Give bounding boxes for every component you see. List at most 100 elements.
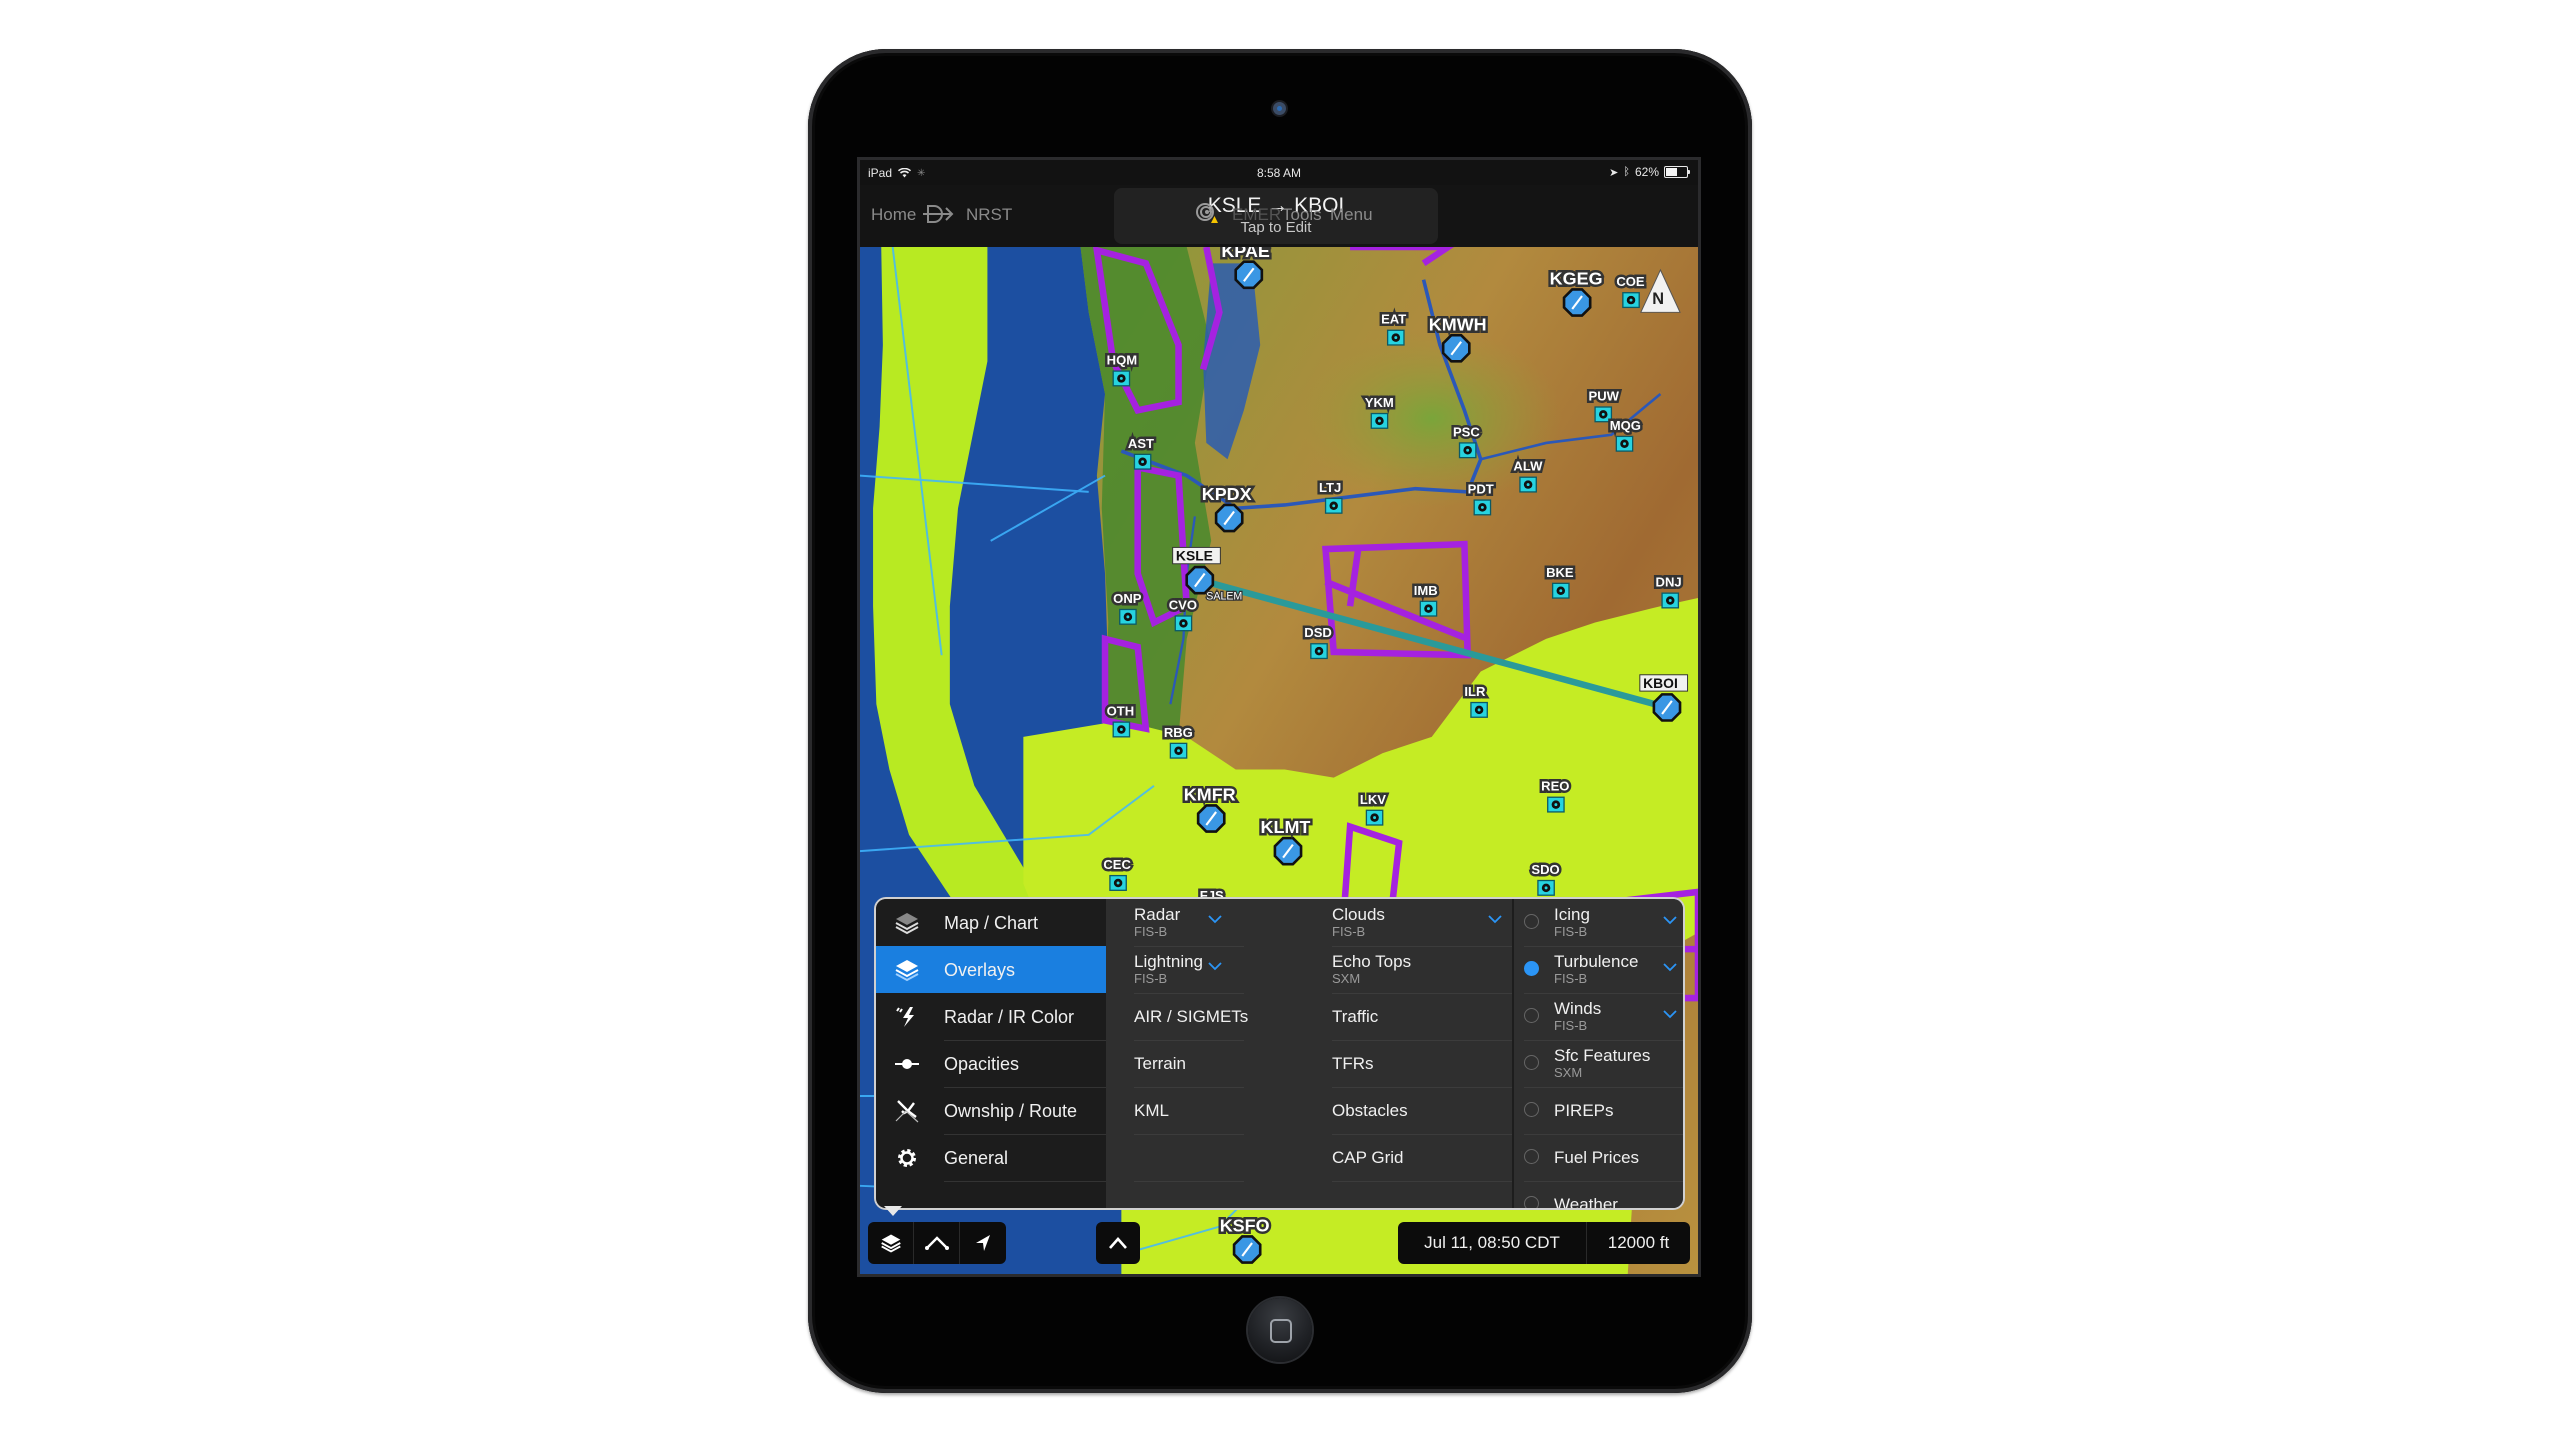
menu-item-map-chart[interactable]: Map / Chart bbox=[876, 899, 1106, 946]
chevron-down-icon[interactable] bbox=[1208, 961, 1222, 971]
nav-home[interactable]: Home bbox=[871, 205, 916, 225]
overlay-kml[interactable]: KML bbox=[1134, 1087, 1244, 1134]
vor-dot bbox=[1181, 621, 1185, 625]
nav-menu[interactable]: Menu bbox=[1330, 205, 1373, 225]
overlay-weather[interactable]: Weather bbox=[1514, 1181, 1683, 1208]
overlay-terrain[interactable]: Terrain bbox=[1134, 1040, 1244, 1087]
airport-label: KGEG bbox=[1550, 269, 1603, 289]
menu-item-opacities[interactable]: Opacities bbox=[876, 1040, 1106, 1087]
home-button[interactable] bbox=[1248, 1298, 1312, 1362]
layers-button[interactable] bbox=[868, 1222, 914, 1264]
radio-weather[interactable] bbox=[1524, 1196, 1539, 1208]
chevron-down-icon[interactable] bbox=[1663, 913, 1677, 927]
battery-percent: 62% bbox=[1634, 165, 1659, 179]
menu-item-general[interactable]: General bbox=[876, 1134, 1106, 1181]
vor-dot bbox=[1332, 504, 1336, 508]
vor-dot bbox=[1559, 589, 1563, 593]
chevron-up-icon bbox=[1109, 1237, 1127, 1249]
weather-time-button[interactable]: Jul 11, 08:50 CDT bbox=[1398, 1222, 1587, 1264]
radio-pireps[interactable] bbox=[1524, 1102, 1539, 1117]
navaid-label: HQM bbox=[1107, 353, 1137, 368]
camera bbox=[1273, 102, 1286, 115]
overlays-list: Radar FIS-B Lightning FIS-B AIR / SIGMET… bbox=[1106, 899, 1512, 1208]
vor-dot bbox=[1466, 448, 1470, 452]
overlay-icing[interactable]: Icing FIS-B bbox=[1514, 899, 1683, 946]
nav-emer[interactable]: EMER bbox=[1232, 205, 1281, 225]
chevron-down-icon[interactable] bbox=[1663, 960, 1677, 974]
vor-dot bbox=[1394, 336, 1398, 340]
navaid-label: PUW bbox=[1589, 388, 1620, 403]
radio-fuel-prices[interactable] bbox=[1524, 1149, 1539, 1164]
navaid-label: RBG bbox=[1164, 725, 1193, 740]
overlay-pireps[interactable]: PIREPs bbox=[1514, 1087, 1683, 1134]
chevron-down-icon[interactable] bbox=[1488, 914, 1502, 924]
vor-dot bbox=[1426, 607, 1430, 611]
navigation-arrow-icon bbox=[976, 1235, 990, 1251]
vor-dot bbox=[1526, 483, 1530, 487]
navaid-label: LKV bbox=[1360, 792, 1386, 807]
chevron-down-icon[interactable] bbox=[1208, 914, 1222, 924]
airport-label: KBOI bbox=[1643, 675, 1678, 691]
overlay-winds[interactable]: Winds FIS-B bbox=[1514, 993, 1683, 1040]
direct-to-button[interactable] bbox=[922, 203, 956, 230]
vor-dot bbox=[1554, 803, 1558, 807]
screen: iPad ✳ 8:58 AM ➤ ᛒ 62% Home NRST KSLE → … bbox=[860, 160, 1698, 1274]
north-label: N bbox=[1652, 290, 1664, 308]
airport-label: KMWH bbox=[1429, 314, 1487, 334]
menu-item-overlays[interactable]: Overlays bbox=[876, 946, 1106, 993]
menu-pointer bbox=[884, 1206, 902, 1216]
overlay-sfc-features[interactable]: Sfc Features SXM bbox=[1514, 1040, 1683, 1087]
radio-winds[interactable] bbox=[1524, 1008, 1539, 1023]
menu-item-radar-ir-color[interactable]: Radar / IR Color bbox=[876, 993, 1106, 1040]
navaid-label: PSC bbox=[1453, 424, 1480, 439]
vor-dot bbox=[1119, 376, 1123, 380]
vor-dot bbox=[1317, 649, 1321, 653]
radio-icing[interactable] bbox=[1524, 914, 1539, 929]
navaid-label: BKE bbox=[1546, 565, 1574, 580]
nav-nrst[interactable]: NRST bbox=[966, 205, 1012, 225]
vor-dot bbox=[1141, 460, 1145, 464]
navaid-label: CEC bbox=[1103, 857, 1131, 872]
overlays-icon bbox=[895, 960, 919, 982]
navaid-label: YKM bbox=[1365, 395, 1394, 410]
ipad-device: iPad ✳ 8:58 AM ➤ ᛒ 62% Home NRST KSLE → … bbox=[808, 49, 1752, 1393]
chevron-down-icon[interactable] bbox=[1663, 1007, 1677, 1021]
altitude-button[interactable]: 12000 ft bbox=[1587, 1222, 1690, 1264]
overlay-cap-grid[interactable]: CAP Grid bbox=[1332, 1134, 1452, 1181]
overlay-turbulence[interactable]: Turbulence FIS-B bbox=[1514, 946, 1683, 993]
connext-status-button[interactable] bbox=[1196, 202, 1218, 229]
layers-menu-categories: Map / Chart Overlays Radar / IR Color Op… bbox=[876, 899, 1106, 1208]
radio-sfc-features[interactable] bbox=[1524, 1055, 1539, 1070]
nav-tools[interactable]: Tools bbox=[1282, 205, 1322, 225]
location-icon: ➤ bbox=[1609, 166, 1619, 179]
lightning-icon bbox=[896, 1007, 914, 1027]
overlay-clouds[interactable]: Clouds FIS-B bbox=[1332, 899, 1452, 946]
track-up-button[interactable] bbox=[960, 1222, 1006, 1264]
airport-label: KSLE bbox=[1176, 547, 1213, 563]
vor-dot bbox=[1629, 298, 1633, 302]
navaid-label: ALW bbox=[1513, 459, 1543, 474]
overlay-tfrs[interactable]: TFRs bbox=[1332, 1040, 1452, 1087]
overlay-echo-tops[interactable]: Echo Tops SXM bbox=[1332, 946, 1452, 993]
overlay-air-sigmets[interactable]: AIR / SIGMETs bbox=[1134, 993, 1248, 1040]
vor-dot bbox=[1116, 881, 1120, 885]
overlay-traffic[interactable]: Traffic bbox=[1332, 993, 1452, 1040]
city-label-salem: SALEM bbox=[1206, 591, 1242, 603]
home-square-icon bbox=[1270, 1319, 1292, 1343]
vor-dot bbox=[1623, 442, 1626, 446]
vor-dot bbox=[1177, 749, 1181, 753]
airport-label: KPDX bbox=[1202, 484, 1252, 504]
vor-dot bbox=[1477, 708, 1481, 712]
overlay-fuel-prices[interactable]: Fuel Prices bbox=[1514, 1134, 1683, 1181]
airport-label: KSFO bbox=[1220, 1216, 1270, 1236]
map-layers-menu: Map / Chart Overlays Radar / IR Color Op… bbox=[876, 899, 1683, 1208]
route-profile-button[interactable] bbox=[914, 1222, 960, 1264]
opacity-slider-icon bbox=[895, 1059, 919, 1069]
menu-item-ownship-route[interactable]: Ownship / Route bbox=[876, 1087, 1106, 1134]
direct-to-icon bbox=[923, 205, 954, 223]
overlay-obstacles[interactable]: Obstacles bbox=[1332, 1087, 1452, 1134]
navaid-label: ILR bbox=[1464, 684, 1486, 699]
radio-turbulence-selected[interactable] bbox=[1524, 961, 1539, 976]
expand-panel-button[interactable] bbox=[1096, 1222, 1140, 1264]
airport-label: KMFR bbox=[1184, 785, 1236, 805]
